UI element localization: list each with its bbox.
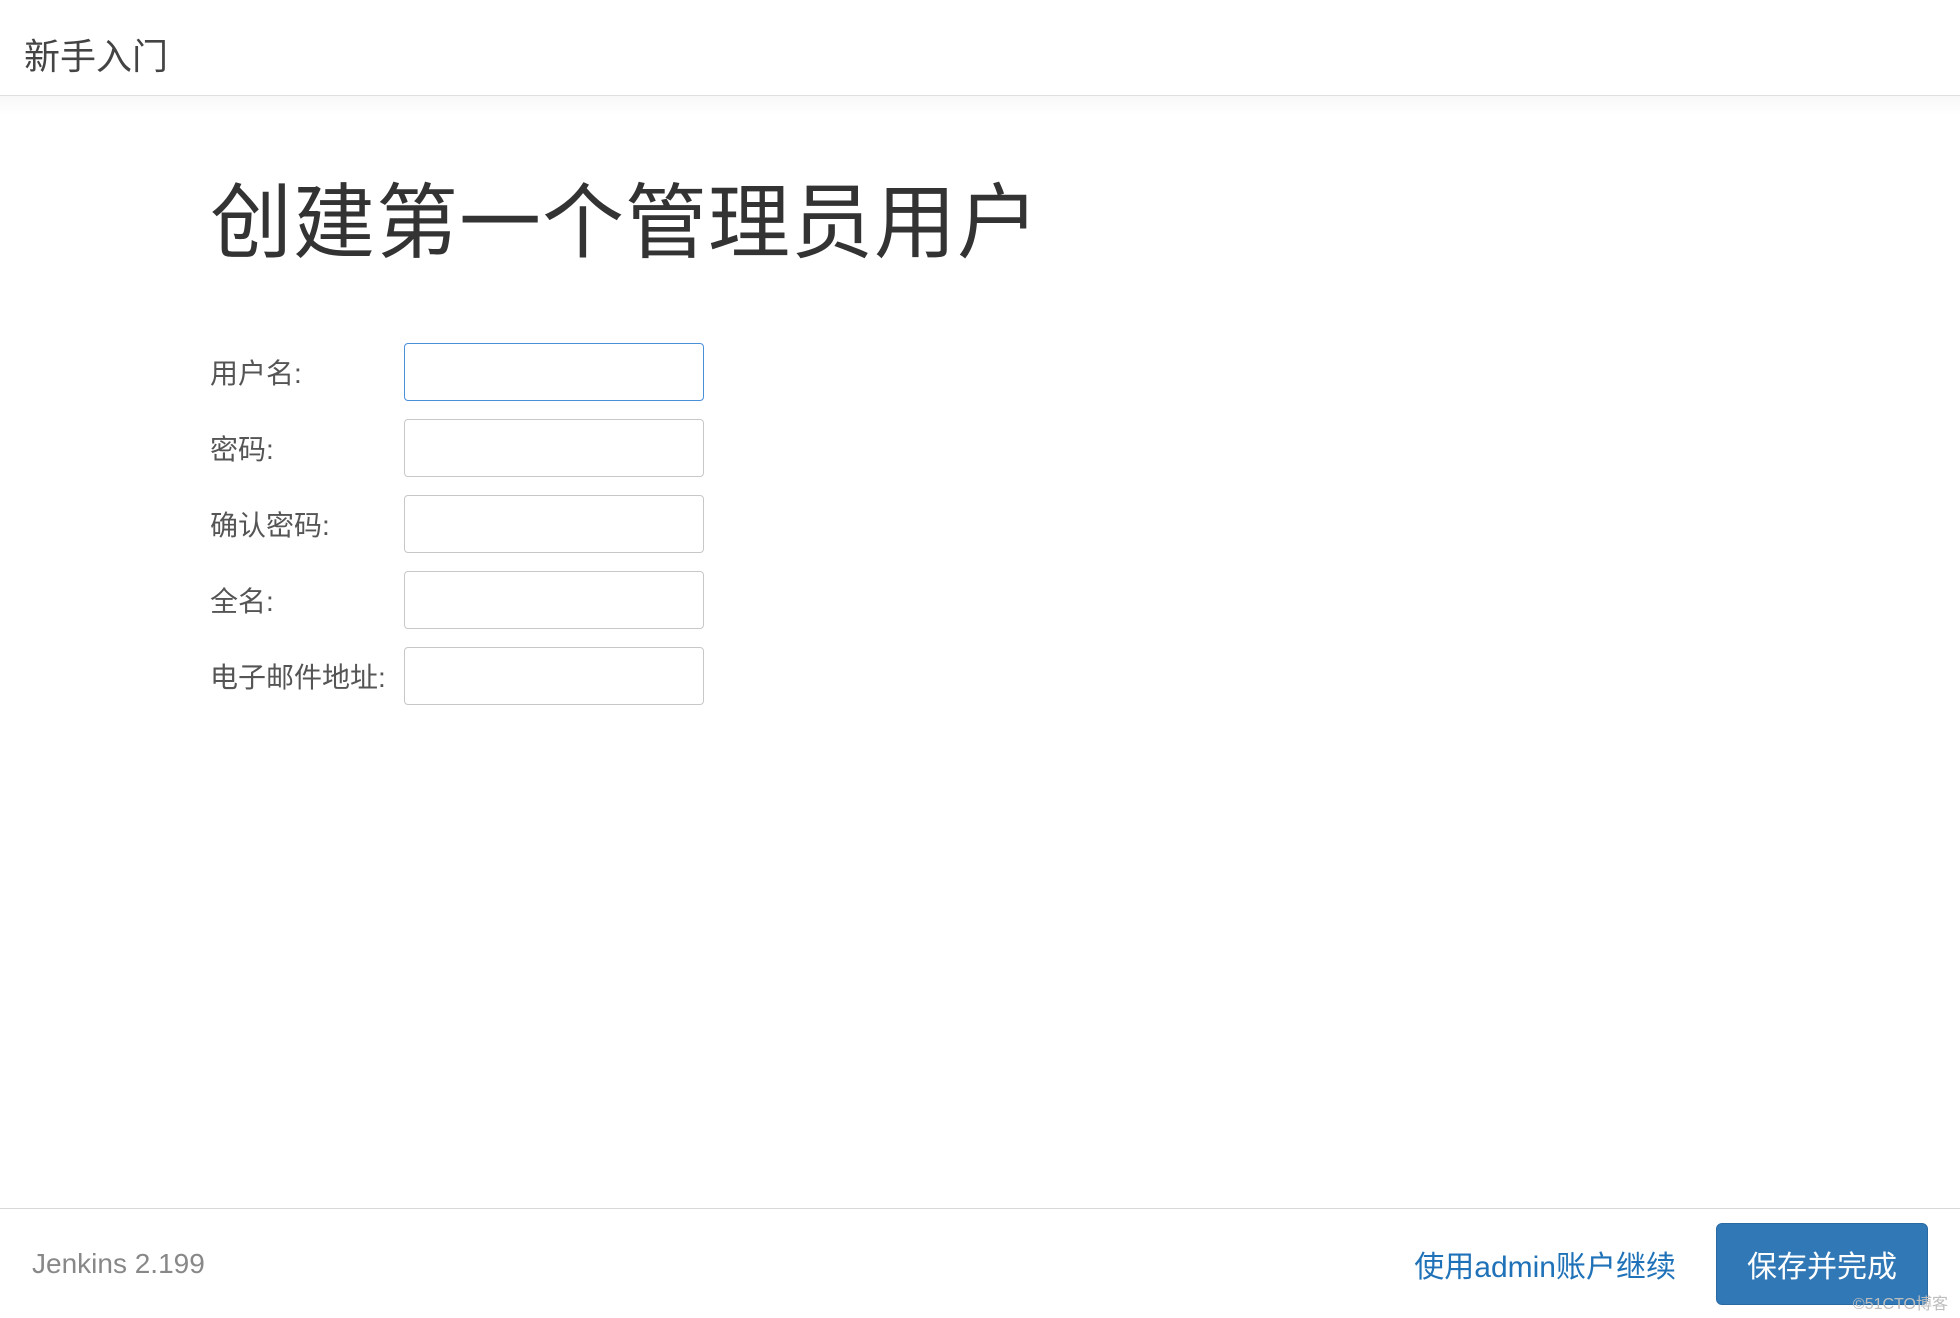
content-area: 创建第一个管理员用户 用户名: 密码: 确认密码: 全名: 电子邮件地址: <box>0 96 1960 1208</box>
version-text: Jenkins 2.199 <box>32 1248 1410 1280</box>
admin-user-form: 用户名: 密码: 确认密码: 全名: 电子邮件地址: <box>210 325 704 723</box>
password-field[interactable] <box>404 419 704 477</box>
page-title: 创建第一个管理员用户 <box>210 156 1960 275</box>
continue-as-admin-link[interactable]: 使用admin账户继续 <box>1410 1234 1680 1294</box>
fullname-field[interactable] <box>404 571 704 629</box>
header-title: 新手入门 <box>24 28 1936 80</box>
confirm-password-label: 确认密码: <box>210 495 404 553</box>
fullname-label: 全名: <box>210 571 404 629</box>
email-label: 电子邮件地址: <box>210 647 404 705</box>
email-field[interactable] <box>404 647 704 705</box>
confirm-password-field[interactable] <box>404 495 704 553</box>
footer-actions: 使用admin账户继续 保存并完成 <box>1410 1223 1928 1305</box>
username-field[interactable] <box>404 343 704 401</box>
footer-bar: Jenkins 2.199 使用admin账户继续 保存并完成 <box>0 1208 1960 1318</box>
header-bar: 新手入门 <box>0 0 1960 96</box>
watermark-text: ©51CTO博客 <box>1853 1290 1948 1314</box>
username-label: 用户名: <box>210 343 404 401</box>
password-label: 密码: <box>210 419 404 477</box>
